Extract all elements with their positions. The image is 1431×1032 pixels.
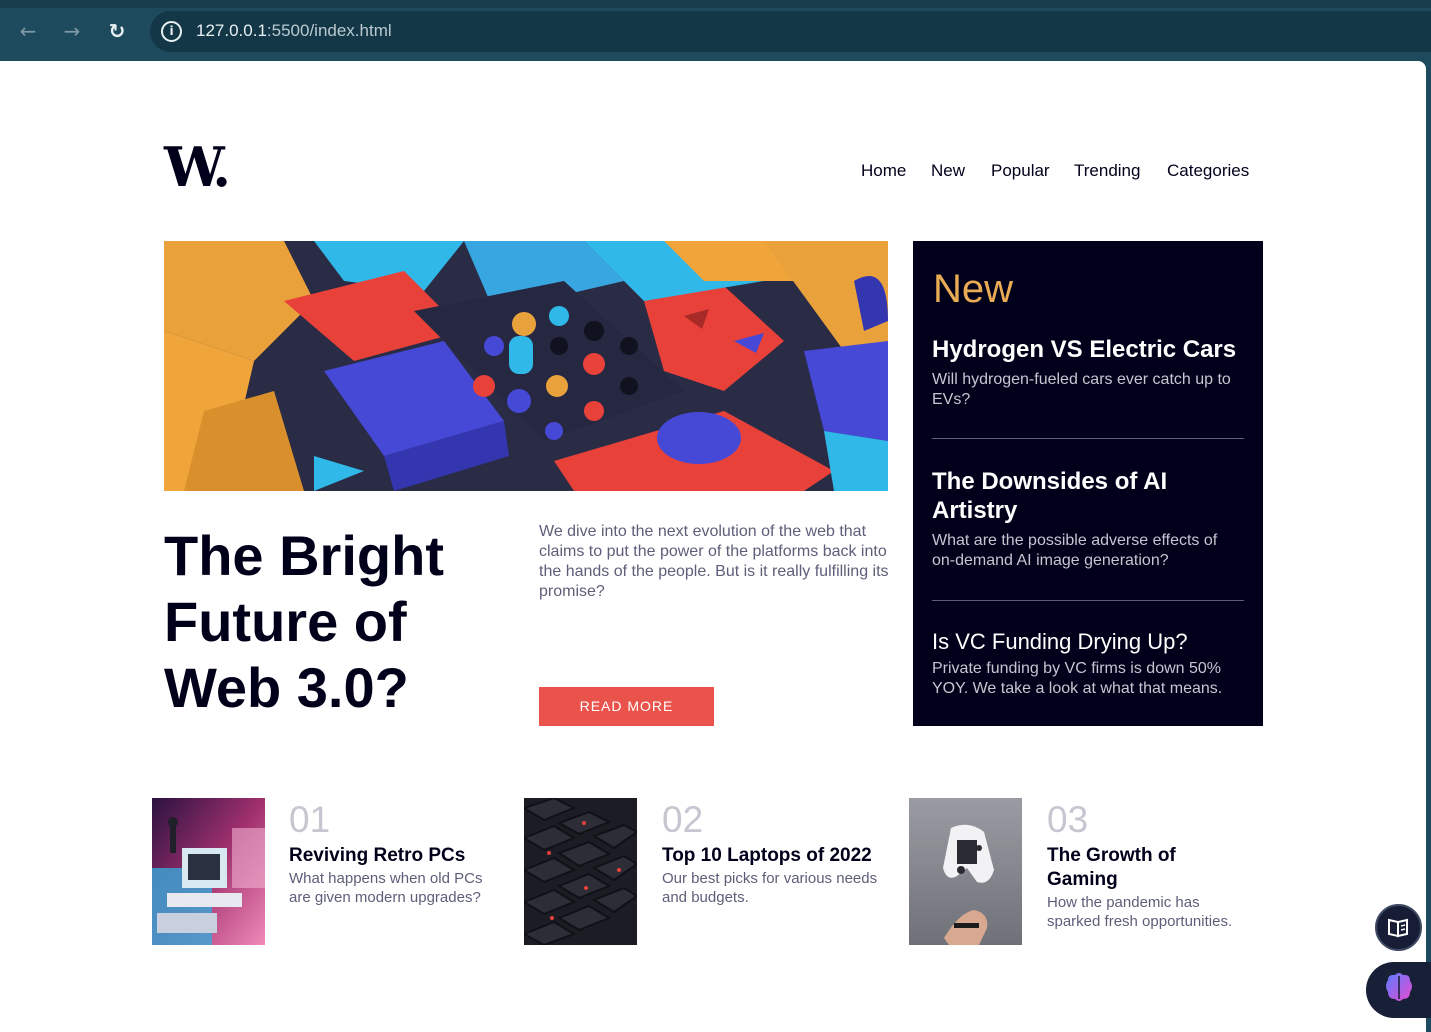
arrow-left-icon[interactable]: ← [15, 18, 41, 44]
hero-image [164, 241, 888, 491]
new-item-title[interactable]: Hydrogen VS Electric Cars [932, 335, 1244, 364]
reader-mode-button[interactable] [1375, 904, 1422, 951]
laptop-keyboard-image [524, 798, 637, 945]
reload-icon[interactable]: ↻ [104, 18, 130, 44]
new-item-title[interactable]: The Downsides of AI Artistry [932, 467, 1244, 525]
article-text: How the pandemic has sparked fresh oppor… [1047, 894, 1233, 930]
info-icon[interactable]: i [161, 21, 182, 42]
new-item-text: Private funding by VC firms is down 50% … [932, 660, 1223, 697]
new-item-hydrogen[interactable]: Hydrogen VS Electric Cars Will hydrogen-… [932, 335, 1244, 410]
divider [932, 600, 1244, 601]
article-card-2[interactable]: 02 Top 10 Laptops of 2022 Our best picks… [524, 798, 894, 945]
open-book-icon [1388, 918, 1408, 938]
nav-trending[interactable]: Trending [1074, 161, 1140, 181]
retro-pc-image [152, 798, 265, 945]
article-title[interactable]: The Growth of Gaming [1047, 844, 1227, 892]
article-text: Our best picks for various needs and bud… [662, 870, 878, 906]
divider [932, 438, 1244, 439]
article-card-1[interactable]: 01 Reviving Retro PCs What happens when … [152, 798, 502, 945]
article-title[interactable]: Top 10 Laptops of 2022 [662, 844, 894, 868]
page-viewport: W. Home New Popular Trending Categories [0, 61, 1426, 1032]
url-host: 127.0.0.1 [196, 21, 267, 40]
new-heading: New [933, 267, 1014, 311]
nav-new[interactable]: New [931, 161, 965, 181]
address-bar[interactable]: i 127.0.0.1:5500/index.html [150, 11, 1431, 52]
nav-categories[interactable]: Categories [1167, 161, 1249, 181]
new-articles-panel: New Hydrogen VS Electric Cars Will hydro… [913, 241, 1263, 726]
url-path: :5500/index.html [266, 21, 392, 40]
laptop-keyboard-thumbnail[interactable] [524, 798, 637, 945]
browser-toolbar: ← → ↻ i 127.0.0.1:5500/index.html [0, 0, 1431, 61]
article-title[interactable]: Reviving Retro PCs [289, 844, 499, 868]
main-nav: Home New Popular Trending Categories [0, 161, 1426, 183]
hero-image-illustration [164, 241, 888, 491]
article-number: 02 [662, 799, 704, 840]
article-number: 01 [289, 799, 331, 840]
tab-strip [0, 0, 1431, 8]
hero-description: We dive into the next evolution of the w… [539, 523, 889, 600]
retro-pc-thumbnail[interactable] [152, 798, 265, 945]
new-item-text: What are the possible adverse effects of… [932, 532, 1218, 569]
brain-icon [1386, 973, 1412, 1001]
new-item-vc-funding[interactable]: Is VC Funding Drying Up? Private funding… [932, 627, 1244, 699]
article-text: What happens when old PCs are given mode… [289, 870, 483, 906]
new-item-text: Will hydrogen-fueled cars ever catch up … [932, 371, 1231, 408]
url-text[interactable]: 127.0.0.1:5500/index.html [196, 21, 392, 41]
article-number: 03 [1047, 799, 1089, 840]
article-card-3[interactable]: 03 The Growth of Gaming How the pandemic… [909, 798, 1259, 945]
read-more-button[interactable]: READ MORE [539, 687, 714, 726]
new-item-ai-artistry[interactable]: The Downsides of AI Artistry What are th… [932, 467, 1244, 571]
nav-popular[interactable]: Popular [991, 161, 1050, 181]
nav-home[interactable]: Home [861, 161, 906, 181]
assistant-button[interactable] [1366, 962, 1431, 1018]
new-item-title[interactable]: Is VC Funding Drying Up? [932, 627, 1244, 656]
gaming-controller-thumbnail[interactable] [909, 798, 1022, 945]
gaming-controller-image [909, 798, 1022, 945]
hero-title: The Bright Future of Web 3.0? [164, 524, 444, 719]
arrow-right-icon[interactable]: → [59, 18, 85, 44]
